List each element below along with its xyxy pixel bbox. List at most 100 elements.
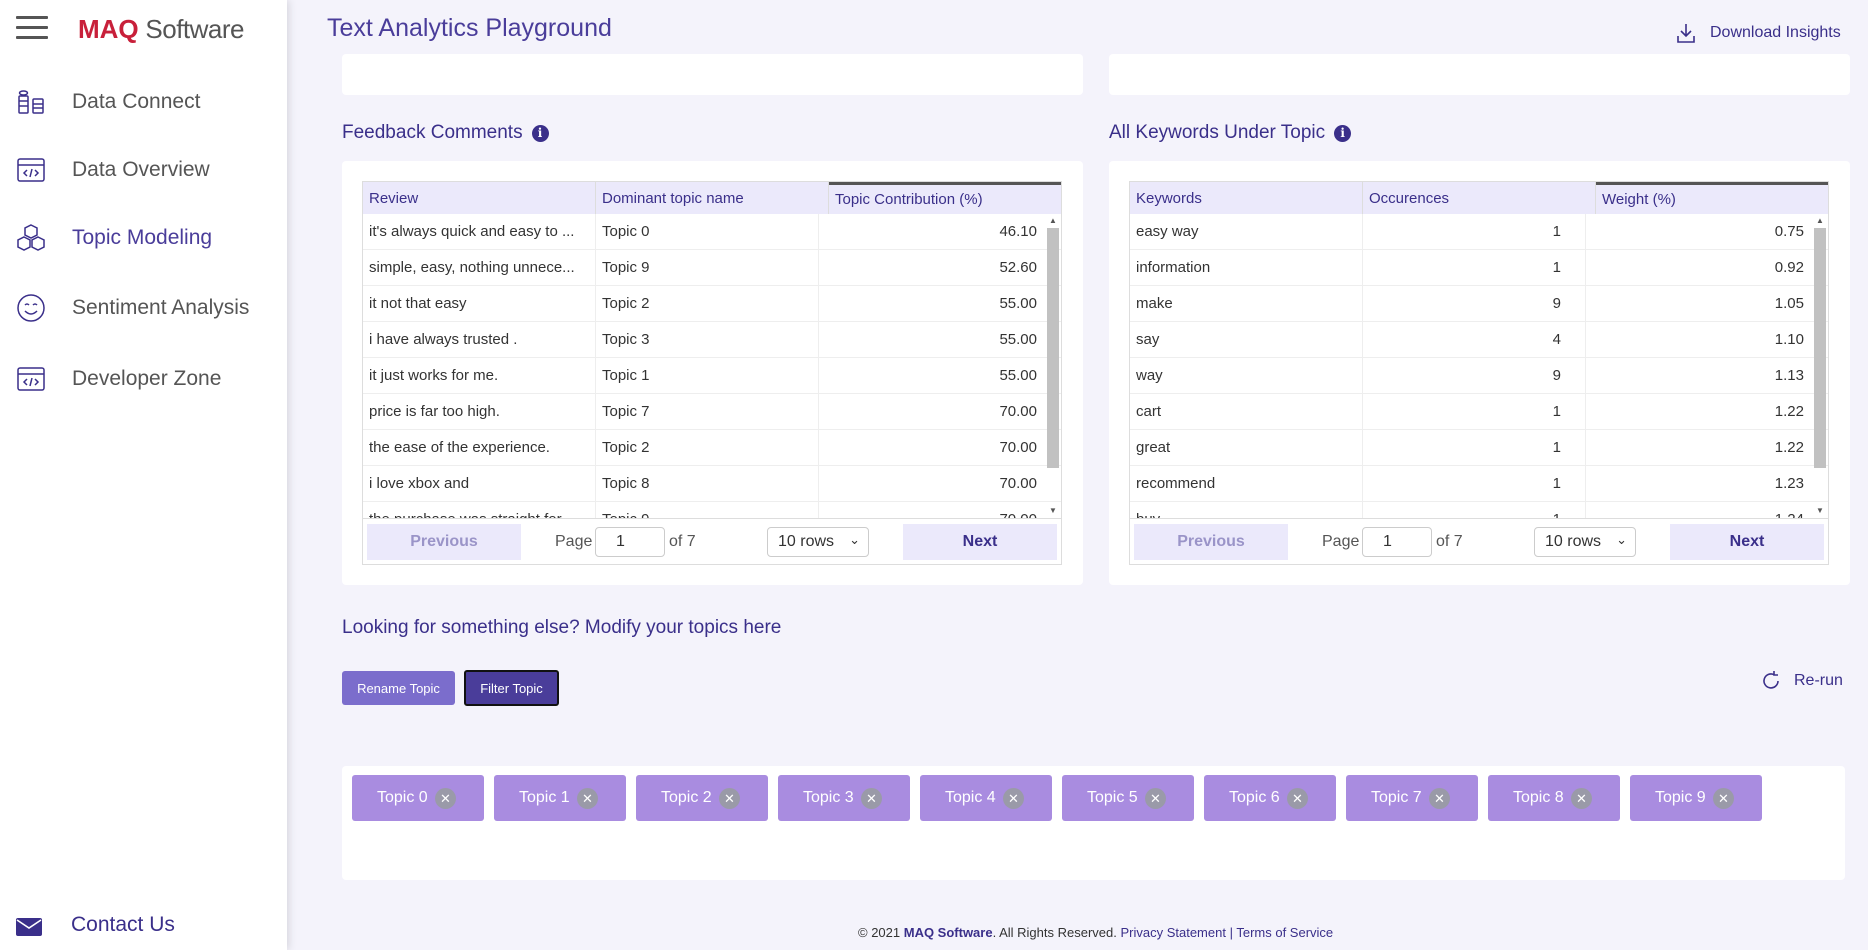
scrollbar[interactable]: ▲ ▼ xyxy=(1047,216,1059,516)
topic-chip[interactable]: Topic 2 ✕ xyxy=(636,775,768,821)
page-title: Text Analytics Playground xyxy=(327,14,612,42)
table-cell: 70.00 xyxy=(999,475,1037,492)
info-icon[interactable]: i xyxy=(1334,124,1352,142)
rerun-button[interactable]: Re-run xyxy=(1760,670,1843,692)
table-row[interactable]: way 9 1.13 xyxy=(1130,357,1828,394)
topic-chip[interactable]: Topic 5 ✕ xyxy=(1062,775,1194,821)
table-cell: Topic 9 xyxy=(596,249,819,286)
table-row[interactable]: say 4 1.10 xyxy=(1130,321,1828,358)
table-row[interactable]: i have always trusted . Topic 3 55.00 xyxy=(363,321,1061,358)
sidebar-item-label: Sentiment Analysis xyxy=(72,296,250,319)
column-header-keywords[interactable]: Keywords xyxy=(1130,182,1363,214)
sidebar-item-topic-modeling[interactable]: Topic Modeling xyxy=(0,213,287,263)
table-row[interactable]: information 1 0.92 xyxy=(1130,249,1828,286)
close-icon[interactable]: ✕ xyxy=(577,788,598,809)
table-row[interactable]: easy way 1 0.75 xyxy=(1130,214,1828,250)
table-cell: information xyxy=(1130,249,1363,286)
table-cell: 1 xyxy=(1363,393,1586,430)
table-cell: 70.00 xyxy=(819,502,1061,518)
topic-chip-label: Topic 7 xyxy=(1371,789,1422,806)
table-cell: say xyxy=(1130,321,1363,358)
download-insights-button[interactable]: Download Insights xyxy=(1676,22,1841,44)
topic-chip-label: Topic 8 xyxy=(1513,789,1564,806)
contact-us-link[interactable]: Contact Us xyxy=(0,900,287,950)
sidebar-item-developer-zone[interactable]: Developer Zone xyxy=(0,354,287,404)
table-row[interactable]: price is far too high. Topic 7 70.00 xyxy=(363,393,1061,430)
close-icon[interactable]: ✕ xyxy=(1003,788,1024,809)
column-header-occurences[interactable]: Occurences xyxy=(1363,182,1596,214)
table-cell: Topic 0 xyxy=(596,214,819,250)
close-icon[interactable]: ✕ xyxy=(861,788,882,809)
feedback-card: Review Dominant topic name Topic Contrib… xyxy=(342,161,1083,585)
table-row[interactable]: it's always quick and easy to ... Topic 0… xyxy=(363,214,1061,250)
page-number-input[interactable] xyxy=(595,527,665,557)
rows-per-page-select[interactable]: 10 rows ⌄ xyxy=(767,527,869,557)
table-row[interactable]: make 9 1.05 xyxy=(1130,285,1828,322)
topic-chip[interactable]: Topic 9 ✕ xyxy=(1630,775,1762,821)
table-cell: buy xyxy=(1130,501,1363,518)
table-row[interactable]: it not that easy Topic 2 55.00 xyxy=(363,285,1061,322)
topic-chip[interactable]: Topic 6 ✕ xyxy=(1204,775,1336,821)
table-cell: easy way xyxy=(1130,214,1363,250)
table-cell: 4 xyxy=(1363,321,1586,358)
close-icon[interactable]: ✕ xyxy=(1287,788,1308,809)
table-cell: 1.22 xyxy=(1774,403,1804,420)
sidebar-item-label: Topic Modeling xyxy=(72,226,213,249)
table-cell: Topic 9 xyxy=(596,501,819,518)
topic-chip-label: Topic 4 xyxy=(945,789,996,806)
hamburger-menu-icon[interactable] xyxy=(16,16,48,40)
table-row[interactable]: great 1 1.22 xyxy=(1130,429,1828,466)
column-header-topic[interactable]: Dominant topic name xyxy=(596,182,829,214)
sidebar-item-sentiment-analysis[interactable]: Sentiment Analysis xyxy=(0,283,287,333)
topic-chip[interactable]: Topic 0 ✕ xyxy=(352,775,484,821)
topic-chip[interactable]: Topic 4 ✕ xyxy=(920,775,1052,821)
sidebar-item-label: Data Connect xyxy=(72,90,201,113)
column-header-contribution[interactable]: Topic Contribution (%) xyxy=(829,182,1061,214)
column-header-review[interactable]: Review xyxy=(363,182,596,214)
keywords-title: All Keywords Under Topic i xyxy=(1109,122,1352,144)
database-icon xyxy=(18,90,44,114)
table-row[interactable]: the ease of the experience. Topic 2 70.00 xyxy=(363,429,1061,466)
privacy-link[interactable]: Privacy Statement xyxy=(1120,925,1226,940)
table-cell: it not that easy xyxy=(363,285,596,322)
previous-button[interactable]: Previous xyxy=(367,524,521,560)
table-row[interactable]: buy11.24 xyxy=(1130,501,1828,518)
topic-chip[interactable]: Topic 8 ✕ xyxy=(1488,775,1620,821)
rename-topic-button[interactable]: Rename Topic xyxy=(342,671,455,705)
next-button[interactable]: Next xyxy=(903,524,1057,560)
scrollbar[interactable]: ▲ ▼ xyxy=(1814,216,1826,516)
sidebar-item-data-overview[interactable]: Data Overview xyxy=(0,145,287,195)
page-number-input[interactable] xyxy=(1362,527,1432,557)
table-row[interactable]: the purchase was straight for...Topic 97… xyxy=(363,501,1061,518)
smiley-icon xyxy=(17,294,45,322)
table-row[interactable]: cart 1 1.22 xyxy=(1130,393,1828,430)
table-cell: it just works for me. xyxy=(363,357,596,394)
close-icon[interactable]: ✕ xyxy=(1713,788,1734,809)
table-row[interactable]: it just works for me. Topic 1 55.00 xyxy=(363,357,1061,394)
mail-icon xyxy=(16,918,42,936)
rows-per-page-select[interactable]: 10 rows ⌄ xyxy=(1534,527,1636,557)
column-header-weight[interactable]: Weight (%) xyxy=(1596,182,1828,214)
topic-chip[interactable]: Topic 3 ✕ xyxy=(778,775,910,821)
close-icon[interactable]: ✕ xyxy=(719,788,740,809)
close-icon[interactable]: ✕ xyxy=(1429,788,1450,809)
table-row[interactable]: recommend 1 1.23 xyxy=(1130,465,1828,502)
table-row[interactable]: i love xbox and Topic 8 70.00 xyxy=(363,465,1061,502)
next-button[interactable]: Next xyxy=(1670,524,1824,560)
topic-chip-label: Topic 0 xyxy=(377,789,428,806)
close-icon[interactable]: ✕ xyxy=(1571,788,1592,809)
topic-chip[interactable]: Topic 1 ✕ xyxy=(494,775,626,821)
chevron-down-icon: ⌄ xyxy=(1616,532,1627,547)
table-cell: 1.05 xyxy=(1774,295,1804,312)
table-cell: 1.22 xyxy=(1774,439,1804,456)
close-icon[interactable]: ✕ xyxy=(435,788,456,809)
close-icon[interactable]: ✕ xyxy=(1145,788,1166,809)
sidebar-item-data-connect[interactable]: Data Connect xyxy=(0,77,287,127)
filter-topic-button[interactable]: Filter Topic xyxy=(464,670,559,706)
topic-chip[interactable]: Topic 7 ✕ xyxy=(1346,775,1478,821)
info-icon[interactable]: i xyxy=(531,124,549,142)
previous-button[interactable]: Previous xyxy=(1134,524,1288,560)
table-row[interactable]: simple, easy, nothing unnece... Topic 9 52… xyxy=(363,249,1061,286)
terms-link[interactable]: Terms of Service xyxy=(1236,925,1333,940)
table-cell: 1 xyxy=(1363,465,1586,502)
